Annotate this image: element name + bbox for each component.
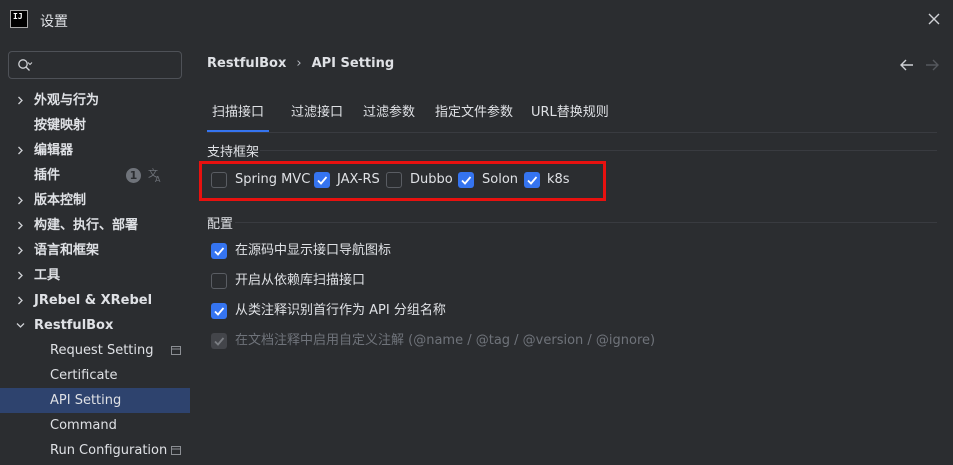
translate-icon: 文 A	[148, 167, 161, 183]
sidebar-item-label: JRebel & XRebel	[34, 293, 153, 308]
sidebar-item-appearance[interactable]: 外观与行为	[0, 88, 190, 113]
show-nav-icons-checkbox[interactable]	[211, 243, 227, 259]
sidebar-item-run-configuration[interactable]: Run Configuration	[0, 438, 190, 463]
chevron-right-icon	[18, 296, 23, 305]
tab-url-replace-rules[interactable]: URL替换规则	[531, 98, 609, 132]
show-nav-icons-label: 在源码中显示接口导航图标	[235, 243, 392, 258]
sidebar-item-label: 编辑器	[34, 143, 74, 158]
sidebar-item-command[interactable]: Command	[0, 413, 190, 438]
tab-bar: 扫描接口 过滤接口 过滤参数 指定文件参数 URL替换规则	[207, 98, 937, 133]
sidebar-item-jrebel[interactable]: JRebel & XRebel	[0, 288, 190, 313]
breadcrumb-parent[interactable]: RestfulBox	[207, 56, 286, 71]
spring-mvc-label: Spring MVC	[235, 172, 311, 187]
sidebar-item-label: 版本控制	[34, 193, 87, 208]
scan-dependencies-label: 开启从依赖库扫描接口	[235, 273, 366, 288]
custom-annotations-label: 在文档注释中启用自定义注解 (@name / @tag / @version /…	[235, 333, 656, 348]
settings-sidebar: 外观与行为 按键映射 编辑器 插件 1 文 A 版本控制 构建、执行、部署 语言	[0, 40, 190, 465]
custom-annotations-checkbox	[211, 333, 227, 349]
sidebar-item-vcs[interactable]: 版本控制	[0, 188, 190, 213]
sidebar-item-label: API Setting	[50, 393, 122, 408]
k8s-label: k8s	[547, 172, 570, 187]
back-button[interactable]	[899, 58, 915, 72]
settings-tree: 外观与行为 按键映射 编辑器 插件 1 文 A 版本控制 构建、执行、部署 语言	[0, 88, 190, 463]
tab-filter-endpoints[interactable]: 过滤接口	[291, 98, 343, 132]
window-title: 设置	[40, 14, 68, 30]
sidebar-item-tools[interactable]: 工具	[0, 263, 190, 288]
chevron-right-icon	[18, 196, 23, 205]
solon-checkbox[interactable]	[458, 172, 474, 188]
sidebar-item-api-setting[interactable]: API Setting	[0, 388, 190, 413]
arrow-left-icon	[900, 59, 913, 71]
sidebar-item-label: 外观与行为	[34, 93, 100, 108]
sidebar-item-label: Certificate	[50, 368, 118, 383]
checkmark-icon	[214, 307, 225, 316]
k8s-checkbox[interactable]	[524, 172, 540, 188]
sidebar-item-editor[interactable]: 编辑器	[0, 138, 190, 163]
section-divider	[235, 222, 937, 223]
scan-dependencies-checkbox[interactable]	[211, 273, 227, 289]
sidebar-item-label: Command	[50, 418, 117, 433]
group-name-from-comment-label: 从类注释识别首行作为 API 分组名称	[235, 303, 446, 318]
jax-rs-label: JAX-RS	[337, 172, 380, 187]
checkmark-icon	[317, 176, 328, 185]
frameworks-section-title: 支持框架	[207, 145, 260, 160]
tab-filter-params[interactable]: 过滤参数	[363, 98, 415, 132]
section-divider	[260, 150, 937, 151]
sidebar-item-label: 构建、执行、部署	[34, 218, 139, 233]
search-input[interactable]	[8, 51, 182, 79]
sidebar-item-plugins[interactable]: 插件 1 文 A	[0, 163, 190, 188]
checkmark-icon	[461, 176, 472, 185]
sidebar-item-label: 工具	[34, 268, 61, 283]
sidebar-item-label: Run Configuration	[50, 443, 168, 458]
chevron-down-icon	[16, 323, 25, 328]
chevron-right-icon	[18, 221, 23, 230]
close-icon	[928, 13, 940, 25]
plugins-update-badge: 1	[126, 168, 141, 183]
checkmark-icon	[214, 247, 225, 256]
sidebar-item-label: Request Setting	[50, 343, 154, 358]
sidebar-item-label: 语言和框架	[34, 243, 100, 258]
close-button[interactable]	[925, 10, 943, 28]
group-name-from-comment-checkbox[interactable]	[211, 303, 227, 319]
breadcrumb-current: API Setting	[311, 56, 395, 71]
chevron-right-icon	[18, 96, 23, 105]
sidebar-item-restfulbox[interactable]: RestfulBox	[0, 313, 190, 338]
settings-content: RestfulBox › API Setting 扫描接口 过滤接口 过滤参数 指定…	[190, 40, 953, 465]
app-logo-icon: IJ	[10, 10, 28, 28]
tab-file-params[interactable]: 指定文件参数	[435, 98, 513, 132]
arrow-right-icon	[926, 59, 939, 71]
svg-text:A: A	[155, 175, 161, 183]
dubbo-label: Dubbo	[410, 172, 453, 187]
sidebar-item-certificate[interactable]: Certificate	[0, 363, 190, 388]
forward-button[interactable]	[924, 58, 940, 72]
dubbo-checkbox[interactable]	[386, 172, 402, 188]
search-icon	[18, 59, 33, 71]
page-icon	[171, 346, 181, 355]
breadcrumb-separator: ›	[296, 56, 302, 71]
chevron-right-icon	[18, 246, 23, 255]
tab-scan-endpoints[interactable]: 扫描接口	[207, 98, 269, 132]
jax-rs-checkbox[interactable]	[314, 172, 330, 188]
sidebar-item-request-setting[interactable]: Request Setting	[0, 338, 190, 363]
sidebar-item-label: RestfulBox	[34, 318, 114, 333]
breadcrumb: RestfulBox › API Setting	[207, 56, 394, 71]
solon-label: Solon	[482, 172, 519, 187]
sidebar-item-label: 插件	[34, 168, 61, 183]
checkmark-icon	[214, 337, 225, 346]
page-icon	[171, 446, 181, 455]
spring-mvc-checkbox[interactable]	[211, 172, 227, 188]
checkmark-icon	[527, 176, 538, 185]
sidebar-item-keymap[interactable]: 按键映射	[0, 113, 190, 138]
sidebar-item-label: 按键映射	[34, 118, 87, 133]
chevron-right-icon	[18, 271, 23, 280]
sidebar-item-languages[interactable]: 语言和框架	[0, 238, 190, 263]
config-section-title: 配置	[207, 217, 234, 232]
chevron-right-icon	[18, 146, 23, 155]
title-bar: IJ 设置	[0, 0, 953, 40]
sidebar-item-build[interactable]: 构建、执行、部署	[0, 213, 190, 238]
